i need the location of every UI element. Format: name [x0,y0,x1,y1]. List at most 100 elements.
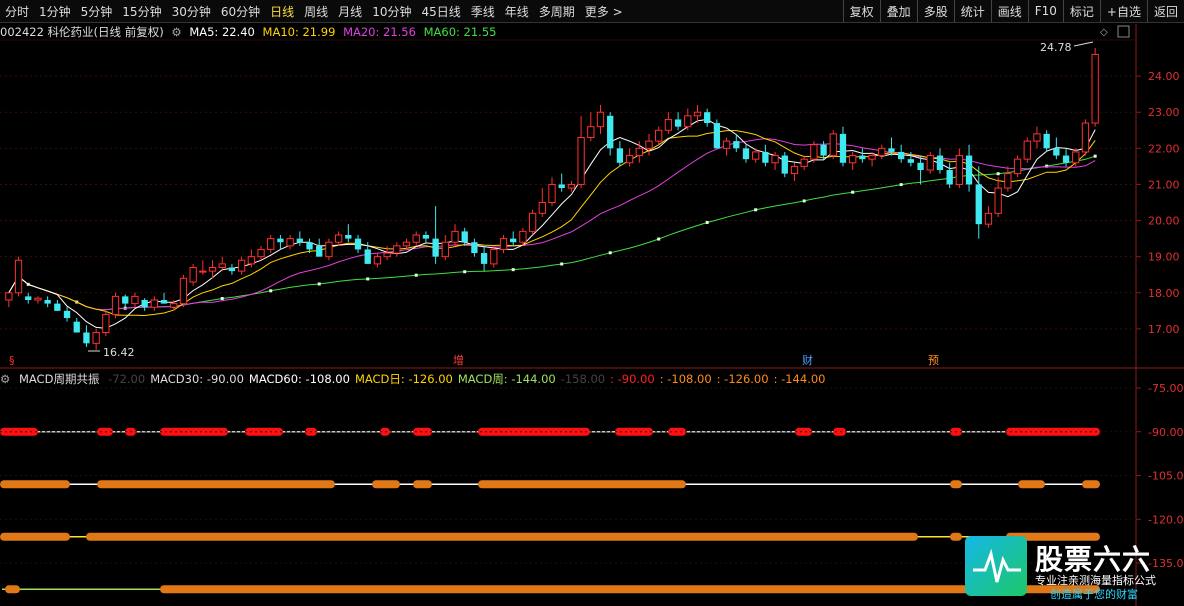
candle [752,151,760,160]
ma60-dot [220,297,224,301]
toolbar-button[interactable]: 标记 [1062,0,1100,22]
settings-icon[interactable]: ⚙ [171,25,181,39]
candle [451,230,459,243]
candle [607,115,614,149]
ma5-line [8,118,1096,329]
candle [771,155,779,164]
period-toolbar: 分时 1分钟 5分钟 15分钟 30分钟 60分钟 日线 周线 月线 10分钟 45日线 季线 年线 多周… [0,0,1184,23]
toolbar-button[interactable]: 多股 [916,0,954,22]
price-tick-label: 22.00 [1148,142,1180,155]
period-tab[interactable]: 季线 [466,3,500,20]
candle [354,238,362,250]
period-tab[interactable]: 多周期 [534,3,580,20]
candle [1004,173,1012,189]
candle [693,111,702,117]
ma60-dot [317,282,321,286]
candle [704,112,711,124]
candle [14,259,23,294]
candle [713,123,721,149]
price-tick-label: 20.00 [1148,215,1180,228]
candle [859,155,866,160]
candle [73,321,80,333]
ma60-dot [560,262,564,266]
toolbar-button[interactable]: 复权 [842,0,880,22]
price-chart[interactable]: 24.00 23.00 22.00 21.00 20.00 19.00 18.00 17.00… [0,0,1184,606]
price-tick-label: 17.00 [1148,323,1180,336]
candle [422,235,430,239]
indicator-header: ⚙ MACD周期共振 -72.00 MACD30: -90.00 MACD60: -… [0,371,835,386]
candle [596,111,605,128]
period-tab[interactable]: 15分钟 [117,3,166,20]
candle [684,115,692,128]
candle [907,159,915,163]
candle [733,141,740,149]
candle [664,118,673,131]
diamond-icon[interactable]: ◇ [1100,27,1108,38]
ma60-dot [899,183,903,187]
indicator-tick-label: -90.00 [1148,426,1183,439]
candle [994,187,1002,214]
ma60-dot [802,199,806,203]
candle [722,140,731,149]
candle [490,248,498,265]
toolbar-button[interactable]: 统计 [953,0,991,22]
indicator-value: : -144.00 [773,372,826,386]
period-tab[interactable]: 月线 [333,3,367,20]
candle [111,295,120,315]
toolbar-button[interactable]: 返回 [1146,0,1184,22]
period-tab[interactable]: 分时 [0,3,34,20]
candle [345,235,352,239]
candle [393,245,401,254]
candle [955,155,964,185]
period-tab[interactable]: 周线 [299,3,333,20]
candle [975,184,982,225]
indicator-tick-label: -75.00 [1148,382,1183,395]
indicator-value: -158.00 [560,372,606,386]
period-tab[interactable]: 5分钟 [76,3,118,20]
candle [1072,151,1080,164]
indicator-tick-label: -105.00 [1148,470,1184,483]
candle [1043,133,1050,149]
candle [742,148,750,160]
ma10-line [8,130,1096,317]
period-tabs: 分时 1分钟 5分钟 15分钟 30分钟 60分钟 日线 周线 月线 10分钟 45日线 季线 年线 多周… [0,0,628,22]
ma60-dot [463,270,467,274]
period-tab[interactable]: 10分钟 [367,3,416,20]
ma60-dot [269,289,273,293]
period-tab[interactable]: 60分钟 [216,3,265,20]
price-tick-label: 19.00 [1148,251,1180,264]
period-tab[interactable]: 30分钟 [167,3,216,20]
candle [558,184,565,189]
collapse-icon[interactable] [1117,25,1130,38]
candle [577,137,585,185]
toolbar-button[interactable]: F10 [1027,0,1063,22]
ma60-line [8,155,1096,311]
right-toolbar: 复权 叠加 多股 统计 画线 F10 标记 +自选 返回 [842,0,1184,22]
period-tab[interactable]: 45日线 [416,3,465,20]
candle [189,267,197,283]
candle [820,144,827,156]
marker-start: § [9,354,15,367]
candle [471,242,478,254]
candle [122,296,129,304]
indicator-settings-icon[interactable]: ⚙ [0,372,10,386]
indicator-value: MACD日: -126.00 [354,372,453,386]
toolbar-button[interactable]: 画线 [990,0,1028,22]
ma20-line [8,138,1096,311]
toolbar-button[interactable]: 叠加 [879,0,917,22]
period-tab[interactable]: 1分钟 [34,3,76,20]
candle [102,313,110,334]
candle [179,277,188,305]
period-tab[interactable]: 日线 [265,3,299,20]
candle [1033,133,1041,142]
candle [810,144,818,160]
candle [383,252,391,258]
candle [267,238,275,250]
period-tab[interactable]: 更多 > [580,3,628,20]
toolbar-button[interactable]: +自选 [1099,0,1147,22]
candle [131,295,139,305]
candle [849,155,857,164]
period-tab[interactable]: 年线 [500,3,534,20]
indicator-value: : -90.00 [610,372,655,386]
candle [926,155,934,171]
